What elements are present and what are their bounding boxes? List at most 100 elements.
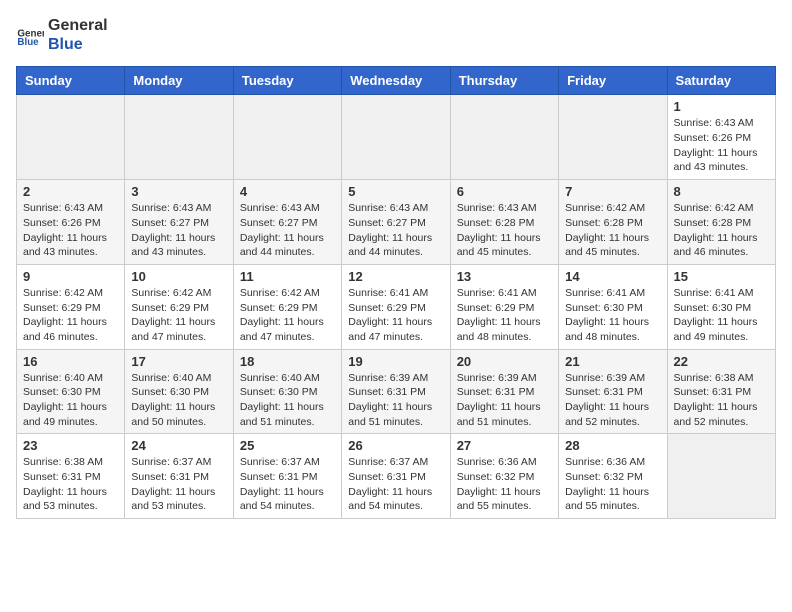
day-number: 24 — [131, 438, 226, 453]
day-info: Sunrise: 6:36 AM Sunset: 6:32 PM Dayligh… — [565, 455, 660, 514]
day-info: Sunrise: 6:40 AM Sunset: 6:30 PM Dayligh… — [240, 371, 335, 430]
calendar-week-row: 9 Sunrise: 6:42 AM Sunset: 6:29 PM Daylig… — [17, 264, 776, 349]
day-header-saturday: Saturday — [667, 67, 775, 95]
day-info: Sunrise: 6:41 AM Sunset: 6:30 PM Dayligh… — [565, 286, 660, 345]
calendar-cell: 10Sunrise: 6:42 AM Sunset: 6:29 PM Dayli… — [125, 264, 233, 349]
day-number: 26 — [348, 438, 443, 453]
calendar-cell — [17, 95, 125, 180]
day-number: 16 — [23, 354, 118, 369]
day-number: 25 — [240, 438, 335, 453]
day-info: Sunrise: 6:43 AM Sunset: 6:27 PM Dayligh… — [131, 201, 226, 260]
day-info: Sunrise: 6:43 AM Sunset: 6:26 PM Dayligh… — [23, 201, 118, 260]
day-number: 18 — [240, 354, 335, 369]
calendar-week-row: 2 Sunrise: 6:43 AM Sunset: 6:26 PM Daylig… — [17, 180, 776, 265]
day-info: Sunrise: 6:43 AM Sunset: 6:27 PM Dayligh… — [348, 201, 443, 260]
calendar-cell: 14 Sunrise: 6:41 AM Sunset: 6:30 PM Dayli… — [559, 264, 667, 349]
day-info: Sunrise: 6:42 AM Sunset: 6:28 PM Dayligh… — [565, 201, 660, 260]
calendar-cell: 13 Sunrise: 6:41 AM Sunset: 6:29 PM Dayli… — [450, 264, 558, 349]
calendar-cell: 4 Sunrise: 6:43 AM Sunset: 6:27 PM Daylig… — [233, 180, 341, 265]
day-number: 12 — [348, 269, 443, 284]
day-info: Sunrise: 6:39 AM Sunset: 6:31 PM Dayligh… — [348, 371, 443, 430]
day-info: Sunrise: 6:43 AM Sunset: 6:26 PM Dayligh… — [674, 116, 769, 175]
day-info: Sunrise: 6:41 AM Sunset: 6:30 PM Dayligh… — [674, 286, 769, 345]
calendar-cell: 26Sunrise: 6:37 AM Sunset: 6:31 PM Dayli… — [342, 434, 450, 519]
logo-general: General — [48, 16, 108, 35]
calendar-cell: 5 Sunrise: 6:43 AM Sunset: 6:27 PM Daylig… — [342, 180, 450, 265]
day-info: Sunrise: 6:42 AM Sunset: 6:29 PM Dayligh… — [23, 286, 118, 345]
calendar-cell: 16 Sunrise: 6:40 AM Sunset: 6:30 PM Dayli… — [17, 349, 125, 434]
day-number: 20 — [457, 354, 552, 369]
calendar-cell: 25 Sunrise: 6:37 AM Sunset: 6:31 PM Dayli… — [233, 434, 341, 519]
logo-blue: Blue — [48, 35, 108, 54]
calendar-cell: 17 Sunrise: 6:40 AM Sunset: 6:30 PM Dayli… — [125, 349, 233, 434]
calendar-cell — [233, 95, 341, 180]
day-number: 8 — [674, 184, 769, 199]
calendar-cell: 19 Sunrise: 6:39 AM Sunset: 6:31 PM Dayli… — [342, 349, 450, 434]
calendar-cell: 1 Sunrise: 6:43 AM Sunset: 6:26 PM Daylig… — [667, 95, 775, 180]
calendar-cell: 15 Sunrise: 6:41 AM Sunset: 6:30 PM Dayli… — [667, 264, 775, 349]
day-number: 9 — [23, 269, 118, 284]
day-number: 17 — [131, 354, 226, 369]
day-header-sunday: Sunday — [17, 67, 125, 95]
day-info: Sunrise: 6:40 AM Sunset: 6:30 PM Dayligh… — [131, 371, 226, 430]
day-info: Sunrise: 6:41 AM Sunset: 6:29 PM Dayligh… — [457, 286, 552, 345]
day-header-tuesday: Tuesday — [233, 67, 341, 95]
day-info: Sunrise: 6:42 AM Sunset: 6:29 PM Dayligh… — [240, 286, 335, 345]
page-header: General Blue General Blue — [16, 16, 776, 54]
day-info: Sunrise: 6:36 AM Sunset: 6:32 PM Dayligh… — [457, 455, 552, 514]
svg-text:Blue: Blue — [17, 37, 39, 48]
day-number: 10 — [131, 269, 226, 284]
calendar-cell: 9 Sunrise: 6:42 AM Sunset: 6:29 PM Daylig… — [17, 264, 125, 349]
calendar-cell — [125, 95, 233, 180]
calendar-cell: 21 Sunrise: 6:39 AM Sunset: 6:31 PM Dayli… — [559, 349, 667, 434]
day-info: Sunrise: 6:41 AM Sunset: 6:29 PM Dayligh… — [348, 286, 443, 345]
day-number: 1 — [674, 99, 769, 114]
day-info: Sunrise: 6:42 AM Sunset: 6:28 PM Dayligh… — [674, 201, 769, 260]
day-header-monday: Monday — [125, 67, 233, 95]
day-number: 15 — [674, 269, 769, 284]
day-number: 19 — [348, 354, 443, 369]
day-info: Sunrise: 6:37 AM Sunset: 6:31 PM Dayligh… — [131, 455, 226, 514]
day-number: 14 — [565, 269, 660, 284]
day-header-friday: Friday — [559, 67, 667, 95]
day-number: 27 — [457, 438, 552, 453]
calendar-cell: 7 Sunrise: 6:42 AM Sunset: 6:28 PM Daylig… — [559, 180, 667, 265]
calendar-cell: 27 Sunrise: 6:36 AM Sunset: 6:32 PM Dayli… — [450, 434, 558, 519]
calendar-week-row: 16 Sunrise: 6:40 AM Sunset: 6:30 PM Dayli… — [17, 349, 776, 434]
day-number: 2 — [23, 184, 118, 199]
calendar-cell: 2 Sunrise: 6:43 AM Sunset: 6:26 PM Daylig… — [17, 180, 125, 265]
calendar-cell: 20 Sunrise: 6:39 AM Sunset: 6:31 PM Dayli… — [450, 349, 558, 434]
day-number: 3 — [131, 184, 226, 199]
day-number: 7 — [565, 184, 660, 199]
calendar-cell: 23 Sunrise: 6:38 AM Sunset: 6:31 PM Dayli… — [17, 434, 125, 519]
day-number: 23 — [23, 438, 118, 453]
logo-icon: General Blue — [16, 21, 44, 49]
day-number: 13 — [457, 269, 552, 284]
day-info: Sunrise: 6:37 AM Sunset: 6:31 PM Dayligh… — [240, 455, 335, 514]
calendar-cell: 6 Sunrise: 6:43 AM Sunset: 6:28 PM Daylig… — [450, 180, 558, 265]
calendar-week-row: 23 Sunrise: 6:38 AM Sunset: 6:31 PM Dayli… — [17, 434, 776, 519]
day-info: Sunrise: 6:40 AM Sunset: 6:30 PM Dayligh… — [23, 371, 118, 430]
calendar-cell — [667, 434, 775, 519]
day-info: Sunrise: 6:38 AM Sunset: 6:31 PM Dayligh… — [23, 455, 118, 514]
calendar-cell: 3 Sunrise: 6:43 AM Sunset: 6:27 PM Daylig… — [125, 180, 233, 265]
calendar-cell: 22Sunrise: 6:38 AM Sunset: 6:31 PM Dayli… — [667, 349, 775, 434]
day-info: Sunrise: 6:39 AM Sunset: 6:31 PM Dayligh… — [565, 371, 660, 430]
day-header-thursday: Thursday — [450, 67, 558, 95]
day-number: 6 — [457, 184, 552, 199]
day-number: 5 — [348, 184, 443, 199]
day-info: Sunrise: 6:39 AM Sunset: 6:31 PM Dayligh… — [457, 371, 552, 430]
calendar-cell — [342, 95, 450, 180]
calendar-cell: 12 Sunrise: 6:41 AM Sunset: 6:29 PM Dayli… — [342, 264, 450, 349]
day-number: 28 — [565, 438, 660, 453]
calendar-header-row: SundayMondayTuesdayWednesdayThursdayFrid… — [17, 67, 776, 95]
day-number: 22 — [674, 354, 769, 369]
day-info: Sunrise: 6:43 AM Sunset: 6:27 PM Dayligh… — [240, 201, 335, 260]
calendar-table: SundayMondayTuesdayWednesdayThursdayFrid… — [16, 66, 776, 519]
day-header-wednesday: Wednesday — [342, 67, 450, 95]
calendar-cell: 11Sunrise: 6:42 AM Sunset: 6:29 PM Dayli… — [233, 264, 341, 349]
day-info: Sunrise: 6:43 AM Sunset: 6:28 PM Dayligh… — [457, 201, 552, 260]
calendar-cell: 28 Sunrise: 6:36 AM Sunset: 6:32 PM Dayli… — [559, 434, 667, 519]
day-number: 4 — [240, 184, 335, 199]
day-number: 21 — [565, 354, 660, 369]
